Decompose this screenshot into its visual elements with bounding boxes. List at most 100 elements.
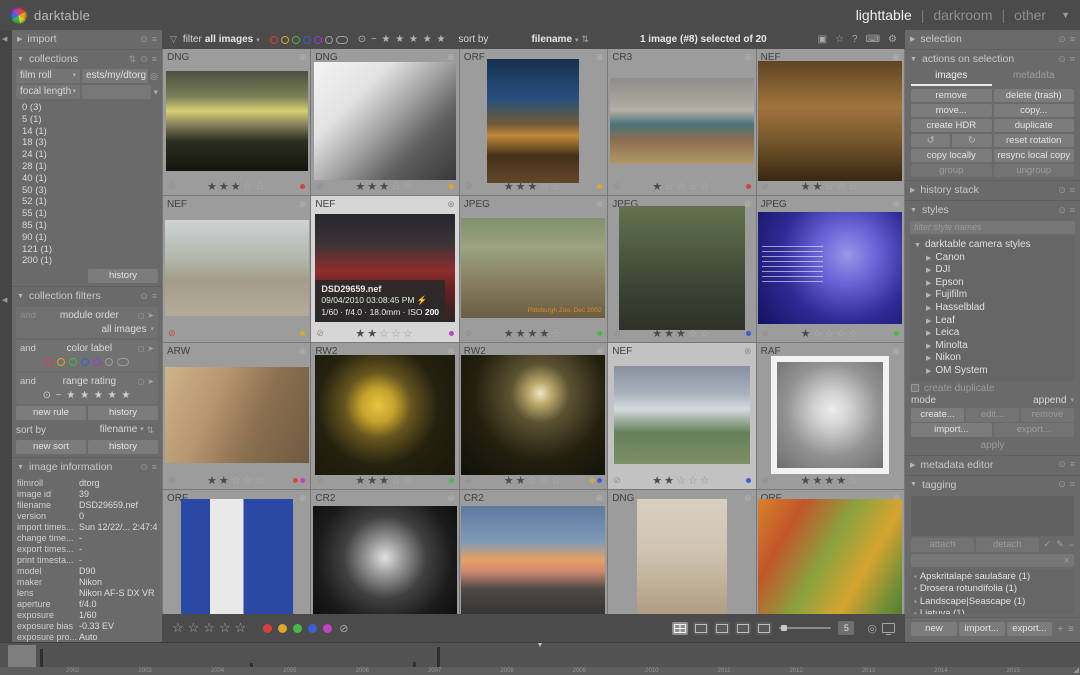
thumbnail-photo[interactable] [758,61,902,181]
culling-dynamic-button[interactable] [735,622,751,635]
collection-value-item[interactable]: 200 (1) [22,255,158,267]
sort-direction-icon[interactable]: ⇅ [146,423,154,437]
thumbnail-photo[interactable] [181,499,293,614]
group-icon[interactable]: ⊗ [299,346,307,357]
tab-images[interactable]: images [911,68,992,86]
image-information-module-header[interactable]: ▼ image information ⊙≡ [12,458,162,476]
grid-view-button[interactable] [672,622,688,635]
group-icon[interactable]: ⊗ [299,493,307,504]
overlays-icon[interactable]: ▣ [818,34,827,45]
thumbnail-cell[interactable]: JPEG⊗⊘★★★☆☆ [608,196,755,342]
rule-options-icon[interactable]: ◻ [138,344,145,353]
style-tree-item[interactable]: ▶Canon [914,252,1071,265]
clear-icon[interactable]: ✕ [1063,556,1070,565]
collection-value-item[interactable]: 121 (1) [22,244,158,256]
menu-icon[interactable]: ≡ [152,291,157,302]
thumbnail-cell[interactable]: RAF⊗⊘★★★★☆ [757,343,904,489]
color-label-icon[interactable] [325,36,333,44]
presets-icon[interactable]: ⊙ [140,54,148,65]
group-icon[interactable]: ⊗ [596,199,604,210]
star-rating[interactable]: ★★★★☆ [479,327,588,340]
tagging-module-header[interactable]: ▼ tagging ⊙≡ [905,476,1080,494]
star-rating[interactable]: ★★☆☆☆ [330,327,439,340]
color-label-apply-icon[interactable] [323,624,332,633]
color-label-icon[interactable] [281,36,289,44]
thumbnail-cell[interactable]: CR2⊗⊘☆☆☆☆☆ [460,490,607,614]
collection-property-select[interactable]: film roll▾ [16,69,80,83]
style-tree-item[interactable]: ▶Epson [914,277,1071,290]
duplicate-button[interactable]: duplicate [994,119,1075,132]
color-label-icon[interactable] [270,36,278,44]
expander-icon[interactable]: ▶ [926,330,931,337]
styles-tree-root[interactable]: ▼darktable camera styles [914,239,1071,252]
thumbnail-cell[interactable]: ORF⊗⊘★★★☆☆ [460,49,607,195]
view-other[interactable]: other [1014,7,1046,23]
collection-value-item[interactable]: 50 (3) [22,185,158,197]
styles-module-header[interactable]: ▼ styles ⊙≡ [905,201,1080,219]
collection-value-input[interactable] [82,85,151,99]
thumbnail-photo[interactable] [166,71,308,171]
group-icon[interactable]: ⊗ [299,52,307,63]
reset-rotation-button[interactable]: reset rotation [994,134,1075,147]
collection-value-item[interactable]: 85 (1) [22,220,158,232]
copy--button[interactable]: copy... [994,104,1075,117]
left-panel-collapse-strip[interactable]: ◀ ◀ [0,30,12,642]
help-icon[interactable]: ? [852,34,858,45]
thumbnail-photo[interactable] [314,62,456,180]
collection-value-item[interactable]: 24 (1) [22,149,158,161]
menu-icon[interactable]: ≡ [1070,459,1075,470]
expander-icon[interactable]: ▶ [926,368,931,375]
star-rating[interactable]: ★★★☆☆ [330,474,439,487]
collection-value-item[interactable]: 5 (1) [22,114,158,126]
rating-apply-stars[interactable]: ☆☆☆☆☆ [172,620,250,636]
thumbnail-cell[interactable]: ORF⊗⊘☆☆☆☆☆ [757,490,904,614]
export-style-button[interactable]: export... [994,423,1075,437]
expander-icon[interactable]: ▶ [926,292,931,299]
reject-icon[interactable]: ⊘ [168,328,182,339]
shortcuts-icon[interactable]: ⌨ [866,34,880,45]
collection-value-item[interactable]: 18 (3) [22,137,158,149]
new-sort-button[interactable]: new sort [16,440,86,454]
color-label-apply-icon[interactable] [293,624,302,633]
thumbnail-cell[interactable]: JPEG⊗⊘★☆☆☆☆ [757,196,904,342]
group-icon[interactable]: ⊗ [744,346,752,357]
attached-tags-list[interactable] [911,496,1074,536]
create-duplicate-option[interactable]: create duplicate [905,381,1080,394]
tab-metadata[interactable]: metadata [994,68,1075,86]
views-dropdown-icon[interactable]: ▼ [1061,10,1070,20]
tag-search-input[interactable]: ✕ [911,554,1074,567]
rating-filter[interactable]: ⊙ − ★ ★ ★ ★ ★ [358,34,447,45]
style-tree-item[interactable]: ▶Leaf [914,315,1071,328]
style-tree-item[interactable]: ▶DJI [914,264,1071,277]
filmroll-icon[interactable]: ◎ [150,71,158,82]
color-label-apply-icon[interactable] [278,624,287,633]
view-darkroom[interactable]: darkroom [933,7,992,23]
thumbnail-photo[interactable] [758,212,902,324]
reject-icon[interactable]: ⊘ [465,328,479,339]
actions-module-header[interactable]: ▼ actions on selection ⊙≡ [905,50,1080,68]
thumbnail-cell[interactable]: CR2⊗⊘☆☆☆☆☆ [311,490,458,614]
presets-icon[interactable]: ⊙ [1058,459,1066,470]
presets-icon[interactable]: ⊙ [140,462,148,473]
style-tree-item[interactable]: ▶OM System [914,365,1071,378]
sort-history-button[interactable]: history [88,440,158,454]
expander-icon[interactable]: ▶ [926,267,931,274]
star-rating[interactable]: ★★☆☆☆ [627,474,736,487]
tag-edit-icon[interactable]: ✎ [1056,539,1064,550]
expander-icon[interactable]: ▶ [926,355,931,362]
collapse-left-icon[interactable]: ◀ [2,35,7,43]
filter-funnel-icon[interactable]: ▽ [170,34,177,45]
expander-icon[interactable]: ▶ [926,343,931,350]
tag-item[interactable]: ▪Lietuva (1) [914,608,1071,614]
import-style-button[interactable]: import... [911,423,992,437]
add-icon[interactable]: + [1057,624,1063,635]
group-icon[interactable]: ⊗ [447,493,455,504]
thumbnail-cell[interactable]: RW2⊗⊘★★☆☆☆ [460,343,607,489]
thumbnail-photo[interactable] [461,355,605,475]
history-stack-module-header[interactable]: ▶ history stack ⊙≡ [905,181,1080,199]
collection-value-item[interactable]: 0 (3) [22,102,158,114]
tag-minus-icon[interactable]: − [1069,540,1074,550]
thumbnail-cell[interactable]: RW2⊗⊘★★★☆☆ [311,343,458,489]
presets-icon[interactable]: ⊙ [140,34,148,45]
remove-button[interactable]: remove [911,89,992,102]
